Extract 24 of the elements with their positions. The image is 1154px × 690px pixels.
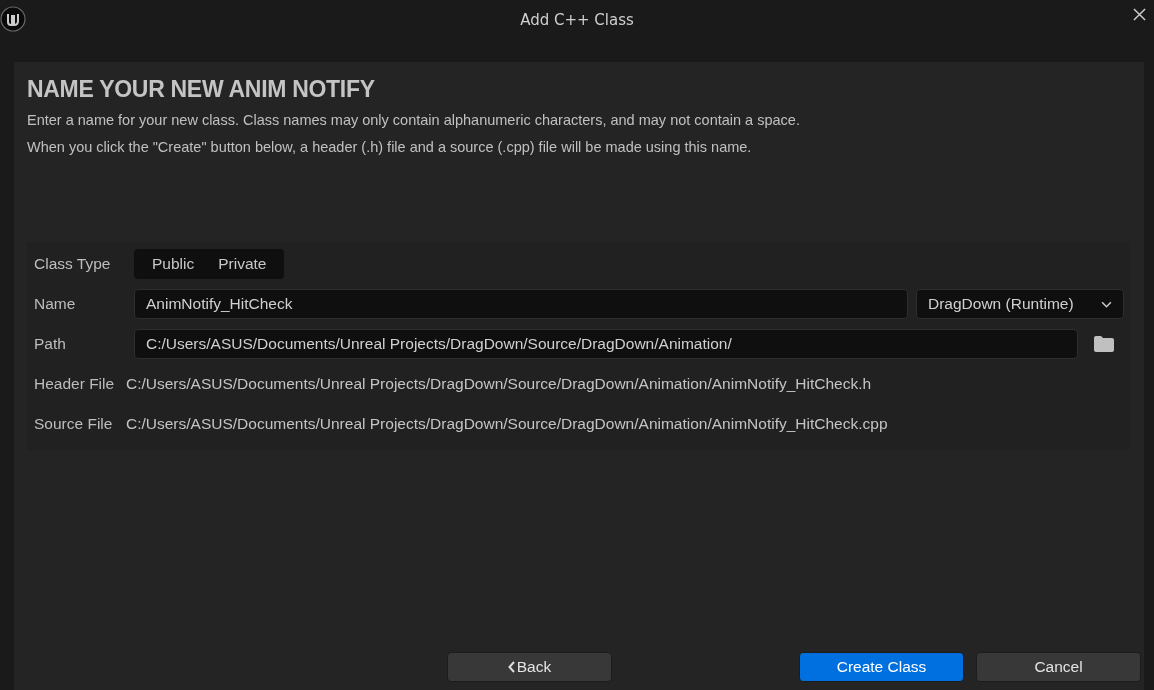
back-button[interactable]: Back — [447, 652, 612, 682]
window-title: Add C++ Class — [520, 11, 634, 29]
class-type-option[interactable]: Public — [140, 249, 207, 279]
field-label: Name — [34, 295, 77, 313]
create-class-button[interactable]: Create Class — [799, 652, 964, 682]
description-text: When you click the "Create" button below, a header (.h) file and a source (.cpp) file will be made using this name. — [27, 138, 753, 157]
class-type-option[interactable]: Private — [206, 249, 279, 279]
field-label: Source File — [34, 415, 114, 433]
module-dropdown[interactable]: DragDown (Runtime) — [916, 289, 1124, 319]
chevron-down-icon — [1101, 300, 1112, 308]
description-text: Enter a name for your new class. Class names may only contain alphanumeric characters, and may not contain a space. — [27, 111, 801, 130]
path-field[interactable]: C:/Users/ASUS/Documents/Unreal Projects/DragDown/Source/DragDown/Animation/ — [134, 329, 1078, 359]
field-label: Header File — [34, 375, 116, 393]
field-label: Class Type — [34, 255, 112, 273]
cancel-button[interactable]: Cancel — [976, 652, 1141, 682]
folder-icon[interactable] — [1094, 336, 1114, 352]
source-file-path: C:/Users/ASUS/Documents/Unreal Projects/DragDown/Source/DragDown/Animation/AnimNotify_HitCheck.cpp — [126, 415, 888, 433]
class-name-field[interactable]: AnimNotify_HitCheck — [134, 289, 908, 319]
field-label: Path — [34, 335, 67, 353]
close-icon[interactable] — [1133, 8, 1146, 21]
header-file-path: C:/Users/ASUS/Documents/Unreal Projects/DragDown/Source/DragDown/Animation/AnimNotify_HitCheck.h — [126, 375, 872, 393]
engine-logo-icon — [0, 6, 26, 32]
chevron-left-icon — [507, 661, 515, 673]
page-heading: NAME YOUR NEW ANIM NOTIFY — [27, 76, 376, 103]
